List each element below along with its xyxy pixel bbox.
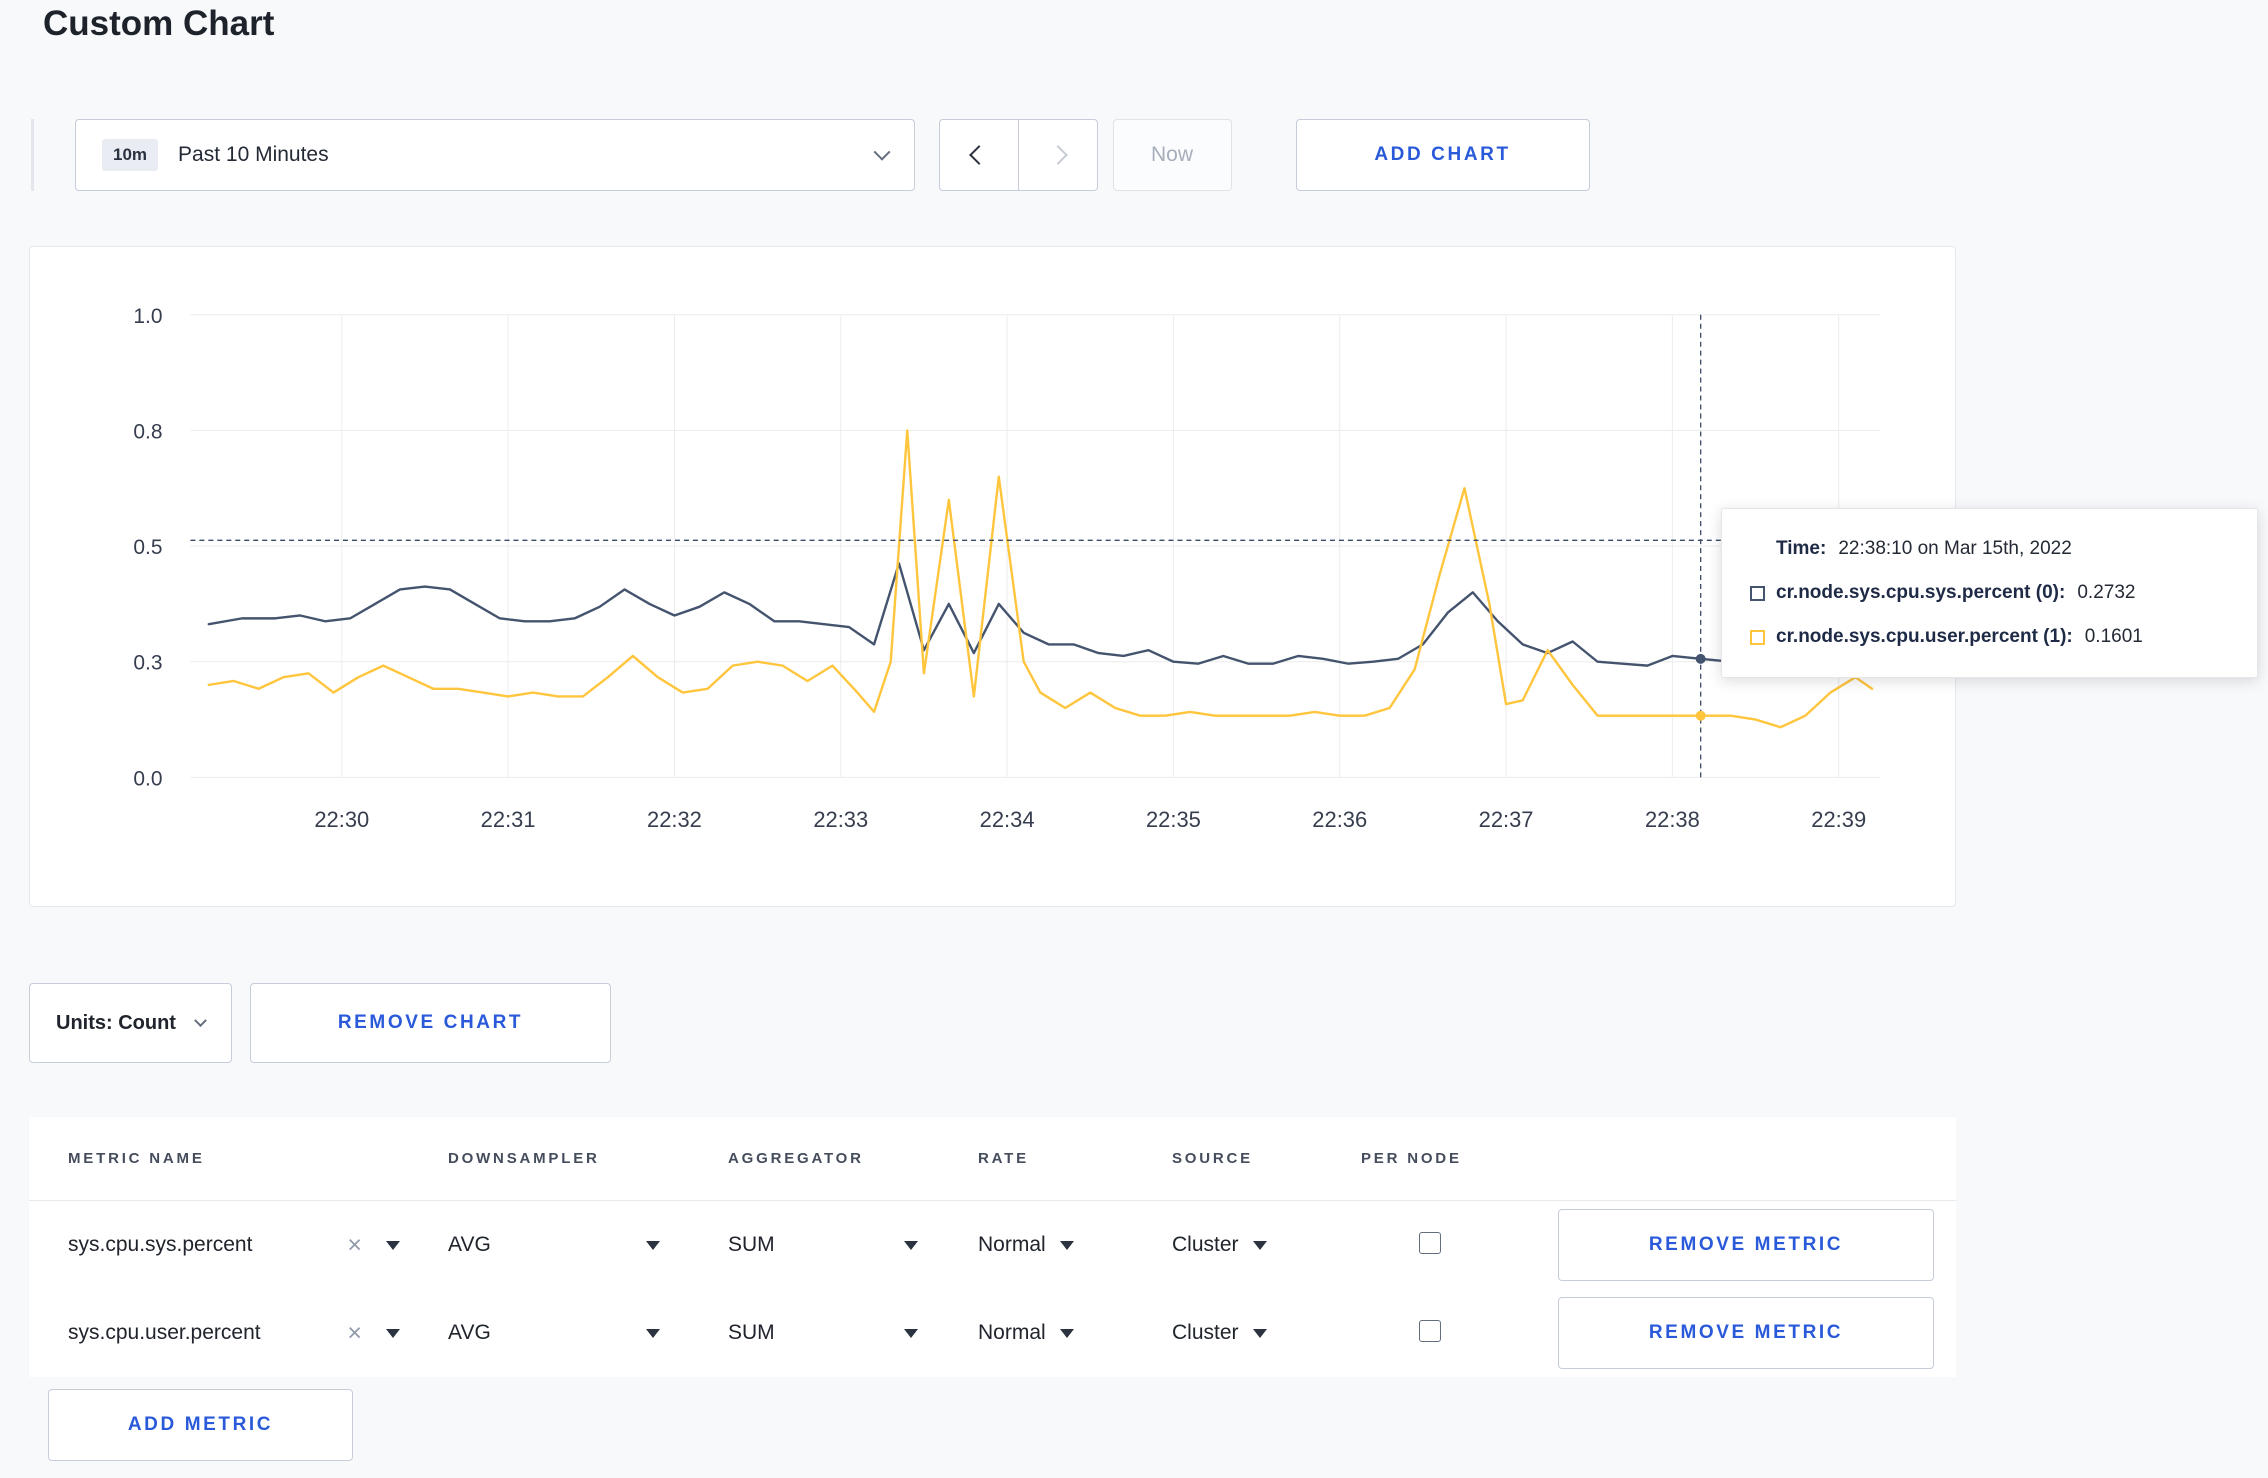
metrics-line-chart[interactable]: 0.0 0.3 0.5 0.8 1.0 22:30 22:31 22:32 22:33 22:34… bbox=[30, 247, 1955, 906]
time-range-dropdown[interactable]: 10m Past 10 Minutes bbox=[75, 119, 915, 191]
now-button[interactable]: Now bbox=[1112, 119, 1232, 191]
svg-text:0.8: 0.8 bbox=[133, 420, 162, 443]
rate-value: Normal bbox=[978, 1321, 1046, 1344]
time-range-badge: 10m bbox=[102, 139, 159, 171]
add-chart-button[interactable]: ADD CHART bbox=[1295, 119, 1590, 191]
aggregator-select[interactable]: SUM bbox=[728, 1321, 918, 1345]
col-header-source: SOURCE bbox=[1172, 1150, 1253, 1167]
source-value: Cluster bbox=[1172, 1233, 1239, 1256]
svg-text:0.3: 0.3 bbox=[133, 652, 162, 675]
svg-text:22:30: 22:30 bbox=[314, 807, 369, 832]
chart-tooltip: Time: 22:38:10 on Mar 15th, 2022 cr.node… bbox=[1721, 508, 2258, 678]
tooltip-time-value: 22:38:10 on Mar 15th, 2022 bbox=[1838, 538, 2072, 559]
chevron-down-icon bbox=[194, 1013, 207, 1027]
caret-down-icon bbox=[904, 1328, 918, 1338]
caret-down-icon bbox=[386, 1328, 400, 1338]
svg-text:22:32: 22:32 bbox=[647, 807, 702, 832]
svg-text:22:36: 22:36 bbox=[1312, 807, 1367, 832]
custom-chart-page: Custom Chart 10m Past 10 Minutes Now ADD… bbox=[0, 0, 2268, 1478]
units-label: Units: Count bbox=[56, 1011, 176, 1034]
caret-down-icon bbox=[1059, 1240, 1074, 1250]
svg-text:0.5: 0.5 bbox=[133, 536, 162, 559]
time-nav-group bbox=[939, 119, 1098, 191]
metrics-table: METRIC NAME DOWNSAMPLER AGGREGATOR RATE … bbox=[29, 1117, 1956, 1377]
svg-text:0.0: 0.0 bbox=[133, 767, 162, 790]
caret-down-icon bbox=[1252, 1240, 1267, 1250]
chevron-left-icon bbox=[969, 145, 989, 165]
tooltip-series-row: cr.node.sys.cpu.sys.percent (0): 0.2732 bbox=[1750, 571, 2229, 615]
time-range-label: Past 10 Minutes bbox=[178, 143, 329, 166]
metrics-table-header: METRIC NAME DOWNSAMPLER AGGREGATOR RATE … bbox=[29, 1117, 1956, 1201]
downsampler-select[interactable]: AVG bbox=[448, 1233, 660, 1257]
tooltip-series-label: cr.node.sys.cpu.sys.percent (0): bbox=[1776, 582, 2066, 603]
metric-row: sys.cpu.user.percent AVG SUM Normal Clus… bbox=[29, 1289, 1956, 1377]
time-forward-button[interactable] bbox=[1017, 119, 1098, 191]
metric-name-select[interactable]: sys.cpu.user.percent bbox=[68, 1321, 400, 1346]
aggregator-value: SUM bbox=[728, 1233, 775, 1256]
caret-down-icon bbox=[904, 1240, 918, 1250]
tooltip-time-label: Time: bbox=[1776, 538, 1827, 559]
tooltip-series-value: 0.2732 bbox=[2077, 582, 2136, 603]
per-node-checkbox[interactable] bbox=[1419, 1319, 1441, 1342]
tooltip-series-value: 0.1601 bbox=[2084, 626, 2143, 647]
clear-metric-icon[interactable] bbox=[347, 1233, 362, 1258]
downsampler-value: AVG bbox=[448, 1233, 491, 1256]
metric-name-value: sys.cpu.sys.percent bbox=[68, 1233, 253, 1256]
col-header-downsampler: DOWNSAMPLER bbox=[448, 1150, 600, 1167]
rate-select[interactable]: Normal bbox=[978, 1233, 1172, 1257]
tooltip-time-row: Time: 22:38:10 on Mar 15th, 2022 bbox=[1750, 527, 2229, 571]
source-select[interactable]: Cluster bbox=[1172, 1233, 1361, 1257]
add-metric-button[interactable]: ADD METRIC bbox=[48, 1389, 353, 1461]
metric-name-value: sys.cpu.user.percent bbox=[68, 1321, 261, 1344]
tooltip-series-row: cr.node.sys.cpu.user.percent (1): 0.1601 bbox=[1750, 615, 2229, 659]
caret-down-icon bbox=[646, 1328, 660, 1338]
clear-metric-icon[interactable] bbox=[347, 1321, 362, 1346]
chart-card: 0.0 0.3 0.5 0.8 1.0 22:30 22:31 22:32 22:33 22:34… bbox=[29, 246, 1956, 907]
remove-metric-button[interactable]: REMOVE METRIC bbox=[1558, 1209, 1934, 1281]
chart-controls: Units: Count REMOVE CHART bbox=[29, 983, 611, 1063]
caret-down-icon bbox=[386, 1240, 400, 1250]
svg-text:22:31: 22:31 bbox=[481, 807, 536, 832]
aggregator-value: SUM bbox=[728, 1321, 775, 1344]
source-value: Cluster bbox=[1172, 1321, 1239, 1344]
svg-text:1.0: 1.0 bbox=[133, 305, 162, 328]
col-header-rate: RATE bbox=[978, 1150, 1029, 1167]
series-sys-swatch-icon bbox=[1750, 585, 1765, 601]
remove-chart-button[interactable]: REMOVE CHART bbox=[249, 983, 611, 1063]
page-title: Custom Chart bbox=[43, 4, 275, 43]
caret-down-icon bbox=[1059, 1328, 1074, 1338]
metric-name-select[interactable]: sys.cpu.sys.percent bbox=[68, 1233, 400, 1258]
svg-text:22:39: 22:39 bbox=[1811, 807, 1866, 832]
series-user-swatch-icon bbox=[1750, 629, 1765, 645]
svg-text:22:33: 22:33 bbox=[813, 807, 868, 832]
col-header-per-node: PER NODE bbox=[1361, 1150, 1462, 1167]
chevron-down-icon bbox=[873, 143, 891, 161]
svg-text:22:38: 22:38 bbox=[1645, 807, 1700, 832]
downsampler-select[interactable]: AVG bbox=[448, 1321, 660, 1345]
toolbar: 10m Past 10 Minutes Now ADD CHART bbox=[31, 119, 1590, 191]
aggregator-select[interactable]: SUM bbox=[728, 1233, 918, 1257]
chevron-right-icon bbox=[1047, 145, 1068, 165]
source-select[interactable]: Cluster bbox=[1172, 1321, 1361, 1345]
svg-text:22:37: 22:37 bbox=[1479, 807, 1534, 832]
rate-select[interactable]: Normal bbox=[978, 1321, 1172, 1345]
svg-text:22:35: 22:35 bbox=[1146, 807, 1201, 832]
col-header-metric-name: METRIC NAME bbox=[68, 1150, 205, 1167]
caret-down-icon bbox=[646, 1240, 660, 1250]
rate-value: Normal bbox=[978, 1233, 1046, 1256]
time-back-button[interactable] bbox=[939, 119, 1019, 191]
remove-metric-button[interactable]: REMOVE METRIC bbox=[1558, 1297, 1934, 1369]
units-dropdown[interactable]: Units: Count bbox=[29, 983, 232, 1063]
toolbar-divider bbox=[31, 119, 34, 191]
tooltip-series-label: cr.node.sys.cpu.user.percent (1): bbox=[1776, 626, 2073, 647]
caret-down-icon bbox=[1252, 1328, 1267, 1338]
downsampler-value: AVG bbox=[448, 1321, 491, 1344]
metric-row: sys.cpu.sys.percent AVG SUM Normal Clust… bbox=[29, 1201, 1956, 1289]
svg-text:22:34: 22:34 bbox=[980, 807, 1035, 832]
per-node-checkbox[interactable] bbox=[1419, 1231, 1441, 1254]
col-header-aggregator: AGGREGATOR bbox=[728, 1150, 864, 1167]
